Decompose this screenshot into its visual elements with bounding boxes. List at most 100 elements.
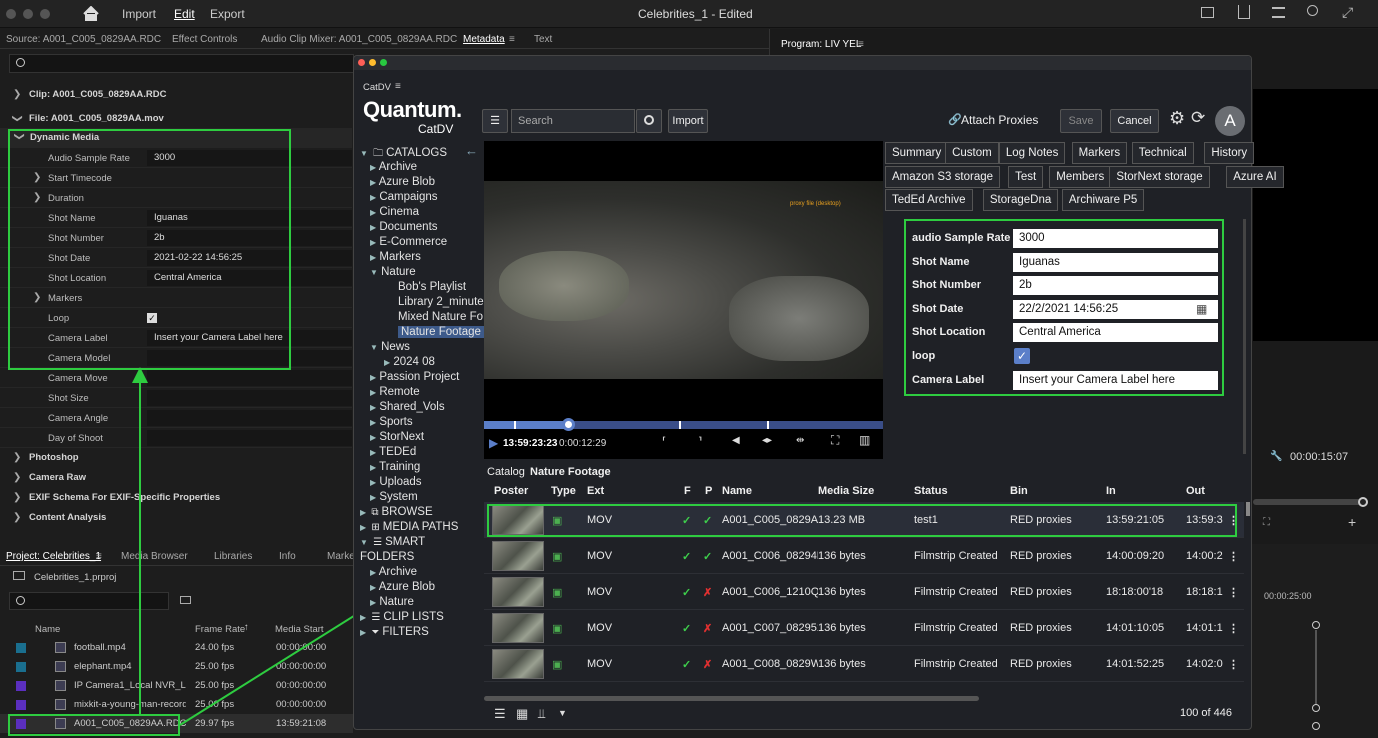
tab-amazon-s3-storage[interactable]: Amazon S3 storage bbox=[885, 166, 1001, 188]
expand-closed-icon[interactable]: ▶ bbox=[384, 358, 390, 367]
expand-closed-icon[interactable]: ▶ bbox=[370, 433, 376, 442]
expand-closed-icon[interactable]: ▶ bbox=[370, 163, 376, 172]
expand-closed-icon[interactable]: ▶ bbox=[370, 253, 376, 262]
gear-icon[interactable]: ⚙ bbox=[1169, 108, 1185, 129]
close-window-button[interactable] bbox=[358, 59, 365, 66]
column-in[interactable]: In bbox=[1106, 485, 1116, 497]
tab-markers[interactable]: Markers bbox=[1071, 142, 1128, 164]
import-button[interactable]: Import bbox=[668, 109, 708, 133]
catdv-menu-icon[interactable]: ≡ bbox=[395, 81, 401, 92]
play-button[interactable]: ▶ bbox=[489, 436, 498, 450]
search-button[interactable] bbox=[636, 109, 662, 133]
expand-closed-icon[interactable]: ▶ bbox=[370, 568, 376, 577]
tab-stornext-storage[interactable]: StorNext storage bbox=[1109, 166, 1210, 188]
tree-item-bob-s-playlist[interactable]: Bob's Playlist bbox=[384, 281, 466, 296]
expand-closed-icon[interactable]: ▶ bbox=[370, 193, 376, 202]
vertical-scrollbar[interactable] bbox=[1246, 502, 1250, 516]
expand-closed-icon[interactable]: ▶ bbox=[370, 493, 376, 502]
column-f[interactable]: F bbox=[684, 485, 691, 497]
tree-item-catalogs[interactable]: ▼ 🗀 CATALOGS bbox=[360, 146, 447, 161]
column-p[interactable]: P bbox=[705, 485, 712, 497]
camera-label-field[interactable]: Insert your Camera Label here bbox=[1013, 370, 1218, 390]
tab-custom[interactable]: Custom bbox=[945, 142, 999, 164]
table-row[interactable]: ▣ MOV ✓ ✗ A001_C006_1210Q7.I 136 bytes F… bbox=[484, 574, 1244, 610]
column-ext[interactable]: Ext bbox=[587, 485, 604, 497]
tree-item-system[interactable]: ▶ System bbox=[370, 491, 418, 506]
chevron-down-icon[interactable]: ▼ bbox=[558, 708, 567, 718]
mark-in-icon[interactable]: ⸢ bbox=[662, 435, 666, 448]
column-poster[interactable]: Poster bbox=[494, 485, 528, 497]
shot-name-field[interactable]: Iguanas bbox=[1013, 252, 1218, 272]
loop-checkbox[interactable]: ✓ bbox=[1014, 348, 1030, 364]
expand-closed-icon[interactable]: ▶ bbox=[370, 418, 376, 427]
loop-range-icon[interactable]: ⇹ bbox=[796, 435, 804, 446]
playhead-handle[interactable] bbox=[561, 418, 575, 431]
fullscreen-icon[interactable]: ⛶ bbox=[831, 433, 839, 448]
catdv-search-input[interactable]: Search bbox=[511, 109, 635, 133]
tree-item-nature[interactable]: ▼ Nature bbox=[370, 266, 416, 281]
tree-item-campaigns[interactable]: ▶ Campaigns bbox=[370, 191, 438, 206]
player-timeline[interactable] bbox=[484, 418, 883, 431]
column-name[interactable]: Name bbox=[722, 485, 752, 497]
expand-open-icon[interactable]: ▼ bbox=[360, 149, 368, 158]
row-more-icon[interactable]: ⋮ bbox=[1228, 622, 1239, 635]
row-more-icon[interactable]: ⋮ bbox=[1228, 550, 1239, 563]
tab-history[interactable]: History bbox=[1204, 142, 1255, 164]
tree-item-e-commerce[interactable]: ▶ E-Commerce bbox=[370, 236, 447, 251]
expand-closed-icon[interactable]: ▶ bbox=[370, 178, 376, 187]
tree-item-clip-lists[interactable]: ▶ ☰ CLIP LISTS bbox=[360, 611, 444, 626]
tree-item-teded[interactable]: ▶ TEDEd bbox=[370, 446, 416, 461]
avatar[interactable]: A bbox=[1215, 106, 1245, 136]
tree-item-media-paths[interactable]: ▶ ⊞ MEDIA PATHS bbox=[360, 521, 458, 536]
expand-closed-icon[interactable]: ▶ bbox=[370, 238, 376, 247]
save-button[interactable]: Save bbox=[1060, 109, 1102, 133]
poster-thumbnail[interactable] bbox=[492, 613, 544, 643]
tree-item-passion-project[interactable]: ▶ Passion Project bbox=[370, 371, 459, 386]
tree-item-folders[interactable]: FOLDERS bbox=[360, 551, 414, 566]
shot-number-field[interactable]: 2b bbox=[1013, 276, 1218, 296]
tab-technical[interactable]: Technical bbox=[1131, 142, 1194, 164]
list-view-icon[interactable]: ☰ bbox=[494, 706, 506, 722]
tab-archiware-p5[interactable]: Archiware P5 bbox=[1061, 189, 1145, 211]
shot-location-field[interactable]: Central America bbox=[1013, 323, 1218, 343]
tree-item-archive[interactable]: ▶ Archive bbox=[370, 161, 417, 176]
step-back-icon[interactable]: ◀ bbox=[732, 435, 740, 446]
expand-closed-icon[interactable]: ▶ bbox=[360, 508, 366, 517]
shot-date-field[interactable]: 22/2/2021 14:56:25 bbox=[1013, 299, 1218, 319]
table-row[interactable]: ▣ MOV ✓ ✗ A001_C007_082951.F 136 bytes F… bbox=[484, 610, 1244, 646]
poster-thumbnail[interactable] bbox=[492, 541, 544, 571]
poster-thumbnail[interactable] bbox=[492, 649, 544, 679]
expand-closed-icon[interactable]: ▶ bbox=[370, 598, 376, 607]
tree-item-library-2-minute[interactable]: Library 2_minute bbox=[384, 296, 484, 311]
zoom-window-button[interactable] bbox=[380, 59, 387, 66]
tree-item-nature[interactable]: ▶ Nature bbox=[370, 596, 414, 611]
grid-view-icon[interactable]: ▦ bbox=[516, 706, 528, 722]
tab-teded-archive[interactable]: TedEd Archive bbox=[885, 189, 973, 211]
tab-summary[interactable]: Summary bbox=[885, 142, 949, 164]
tree-item-stornext[interactable]: ▶ StorNext bbox=[370, 431, 424, 446]
tree-item-2024-08[interactable]: ▶ 2024 08 bbox=[384, 356, 435, 371]
attach-proxies-button[interactable]: Attach Proxies bbox=[961, 113, 1038, 127]
detail-scrollbar[interactable] bbox=[1243, 219, 1246, 454]
expand-open-icon[interactable]: ▼ bbox=[370, 343, 378, 352]
tree-item-browse[interactable]: ▶ ⧉ BROWSE bbox=[360, 506, 433, 521]
expand-closed-icon[interactable]: ▶ bbox=[370, 388, 376, 397]
tree-item-azure-blob[interactable]: ▶ Azure Blob bbox=[370, 581, 435, 596]
filter-settings-button[interactable]: ☰ bbox=[482, 109, 508, 133]
tree-item-azure-blob[interactable]: ▶ Azure Blob bbox=[370, 176, 435, 191]
refresh-icon[interactable]: ⟳ bbox=[1191, 108, 1205, 128]
tree-item-filters[interactable]: ▶ ⏷ FILTERS bbox=[360, 626, 429, 641]
tree-item-markers[interactable]: ▶ Markers bbox=[370, 251, 421, 266]
expand-closed-icon[interactable]: ▶ bbox=[370, 403, 376, 412]
tree-item-archive[interactable]: ▶ Archive bbox=[370, 566, 417, 581]
tree-item-documents[interactable]: ▶ Documents bbox=[370, 221, 438, 236]
audio-meters-icon[interactable]: ▥ bbox=[859, 433, 870, 447]
tree-item-news[interactable]: ▼ News bbox=[370, 341, 410, 356]
expand-closed-icon[interactable]: ▶ bbox=[370, 448, 376, 457]
tab-azure-ai[interactable]: Azure AI bbox=[1226, 166, 1284, 188]
expand-closed-icon[interactable]: ▶ bbox=[370, 478, 376, 487]
tree-item-training[interactable]: ▶ Training bbox=[370, 461, 420, 476]
expand-open-icon[interactable]: ▼ bbox=[360, 538, 368, 547]
tab-storagedna[interactable]: StorageDna bbox=[982, 189, 1059, 211]
row-more-icon[interactable]: ⋮ bbox=[1228, 658, 1239, 671]
